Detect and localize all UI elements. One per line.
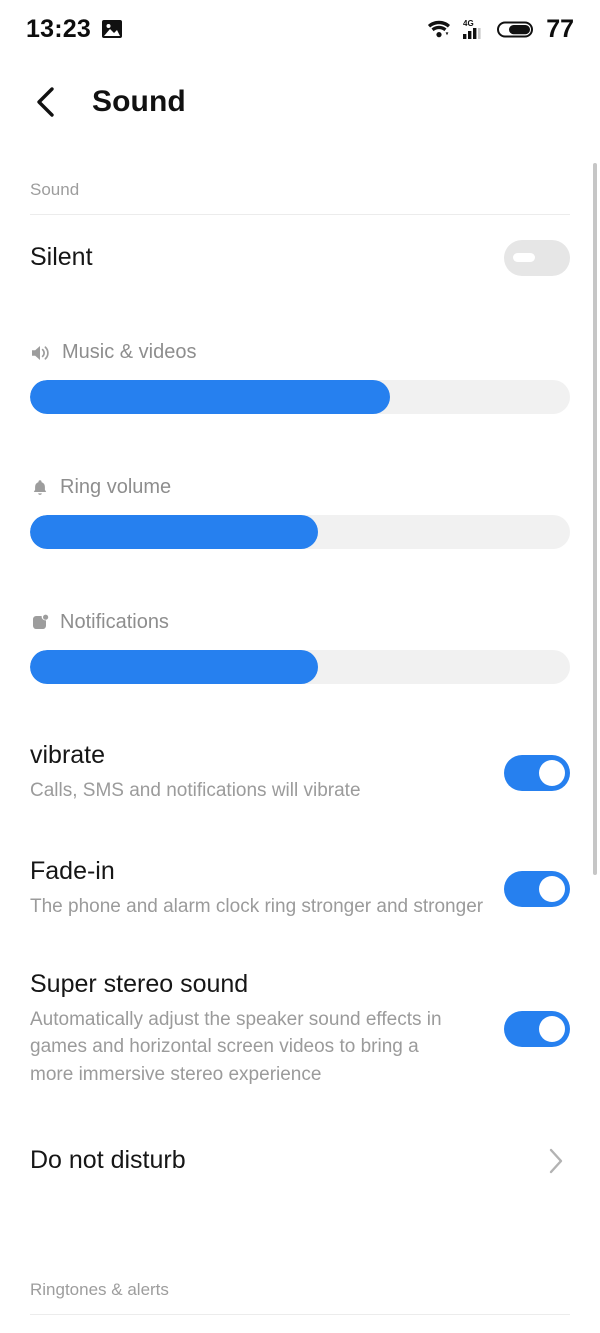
row-silent-title: Silent [30, 243, 93, 272]
image-notification-icon [101, 18, 123, 40]
fade-in-toggle-knob [539, 876, 565, 902]
row-fade-in[interactable]: Fade-in The phone and alarm clock ring s… [0, 840, 600, 938]
vibrate-toggle[interactable] [504, 755, 570, 791]
slider-fill-notifications [30, 650, 318, 684]
row-silent-text: Silent [30, 229, 93, 287]
row-vibrate-text: vibrate Calls, SMS and notifications wil… [30, 727, 361, 818]
row-vibrate[interactable]: vibrate Calls, SMS and notifications wil… [0, 724, 600, 822]
row-fade-in-text: Fade-in The phone and alarm clock ring s… [30, 843, 483, 934]
slider-label-music: Music & videos [30, 341, 570, 364]
silent-toggle-knob [513, 253, 535, 262]
super-stereo-sound-toggle[interactable] [504, 1011, 570, 1048]
svg-text:4G: 4G [463, 19, 474, 28]
row-do-not-disturb[interactable]: Do not disturb [0, 1120, 600, 1202]
row-super-stereo-sound-text: Super stereo sound Automatically adjust … [30, 956, 460, 1102]
super-stereo-sound-toggle-knob [539, 1016, 565, 1043]
slider-track-music[interactable] [30, 380, 570, 414]
scrollbar-thumb[interactable] [593, 163, 597, 875]
silent-toggle[interactable] [504, 240, 570, 276]
row-do-not-disturb-title: Do not disturb [30, 1146, 186, 1175]
notification-badge-icon [30, 613, 50, 633]
settings-list: Sound Silent Music & videos Ring volume … [0, 146, 600, 1333]
status-bar: 13:23 4G 77 [0, 0, 600, 58]
section-header-ringtones: Ringtones & alerts [30, 1280, 169, 1300]
status-bar-clock: 13:23 [26, 14, 91, 43]
slider-label-ring-text: Ring volume [60, 476, 172, 498]
vibrate-toggle-knob [539, 760, 565, 786]
slider-label-music-text: Music & videos [62, 341, 197, 363]
row-fade-in-title: Fade-in [30, 857, 115, 886]
status-bar-right: 4G 77 [425, 15, 574, 44]
slider-label-notifications-text: Notifications [60, 611, 169, 633]
row-super-stereo-sound-title: Super stereo sound [30, 970, 249, 998]
row-super-stereo-sound[interactable]: Super stereo sound Automatically adjust … [0, 956, 600, 1102]
slider-block-ring: Ring volume [0, 454, 600, 555]
speaker-volume-icon [30, 343, 52, 363]
row-fade-in-subtitle: The phone and alarm clock ring stronger … [30, 895, 484, 917]
row-phone-ringtone-title: Phone ringtone [30, 1330, 200, 1333]
slider-fill-ring [30, 515, 318, 549]
sound-settings-screen: 13:23 4G 77 Sound Sound Silent Music & v… [0, 0, 600, 1333]
row-phone-ringtone[interactable]: Phone ringtone Awaited [0, 1315, 600, 1333]
slider-track-notifications[interactable] [30, 650, 570, 684]
page-title: Sound [92, 85, 186, 118]
row-super-stereo-sound-subtitle: Automatically adjust the speaker sound e… [30, 1008, 442, 1085]
slider-block-music: Music & videos [0, 319, 600, 420]
row-phone-ringtone-text: Phone ringtone Awaited [30, 1316, 200, 1333]
row-vibrate-subtitle: Calls, SMS and notifications will vibrat… [30, 779, 361, 801]
back-chevron-icon[interactable] [28, 84, 64, 120]
section-header-sound: Sound [30, 180, 80, 199]
slider-label-notifications: Notifications [30, 611, 570, 634]
battery-percentage: 77 [546, 14, 574, 43]
wifi-icon [425, 18, 453, 40]
status-bar-left: 13:23 [26, 15, 123, 44]
slider-label-ring: Ring volume [30, 476, 570, 499]
row-do-not-disturb-text: Do not disturb [30, 1132, 186, 1190]
slider-track-ring[interactable] [30, 515, 570, 549]
bell-icon [30, 478, 50, 498]
battery-icon [497, 18, 535, 40]
slider-fill-music [30, 380, 391, 414]
app-bar: Sound [0, 58, 600, 146]
fade-in-toggle[interactable] [504, 871, 570, 907]
slider-block-notifications: Notifications [0, 589, 600, 690]
signal-bars-icon: 4G [462, 18, 488, 41]
chevron-right-icon[interactable] [542, 1147, 570, 1175]
row-vibrate-title: vibrate [30, 741, 106, 770]
row-silent[interactable]: Silent [0, 215, 600, 301]
